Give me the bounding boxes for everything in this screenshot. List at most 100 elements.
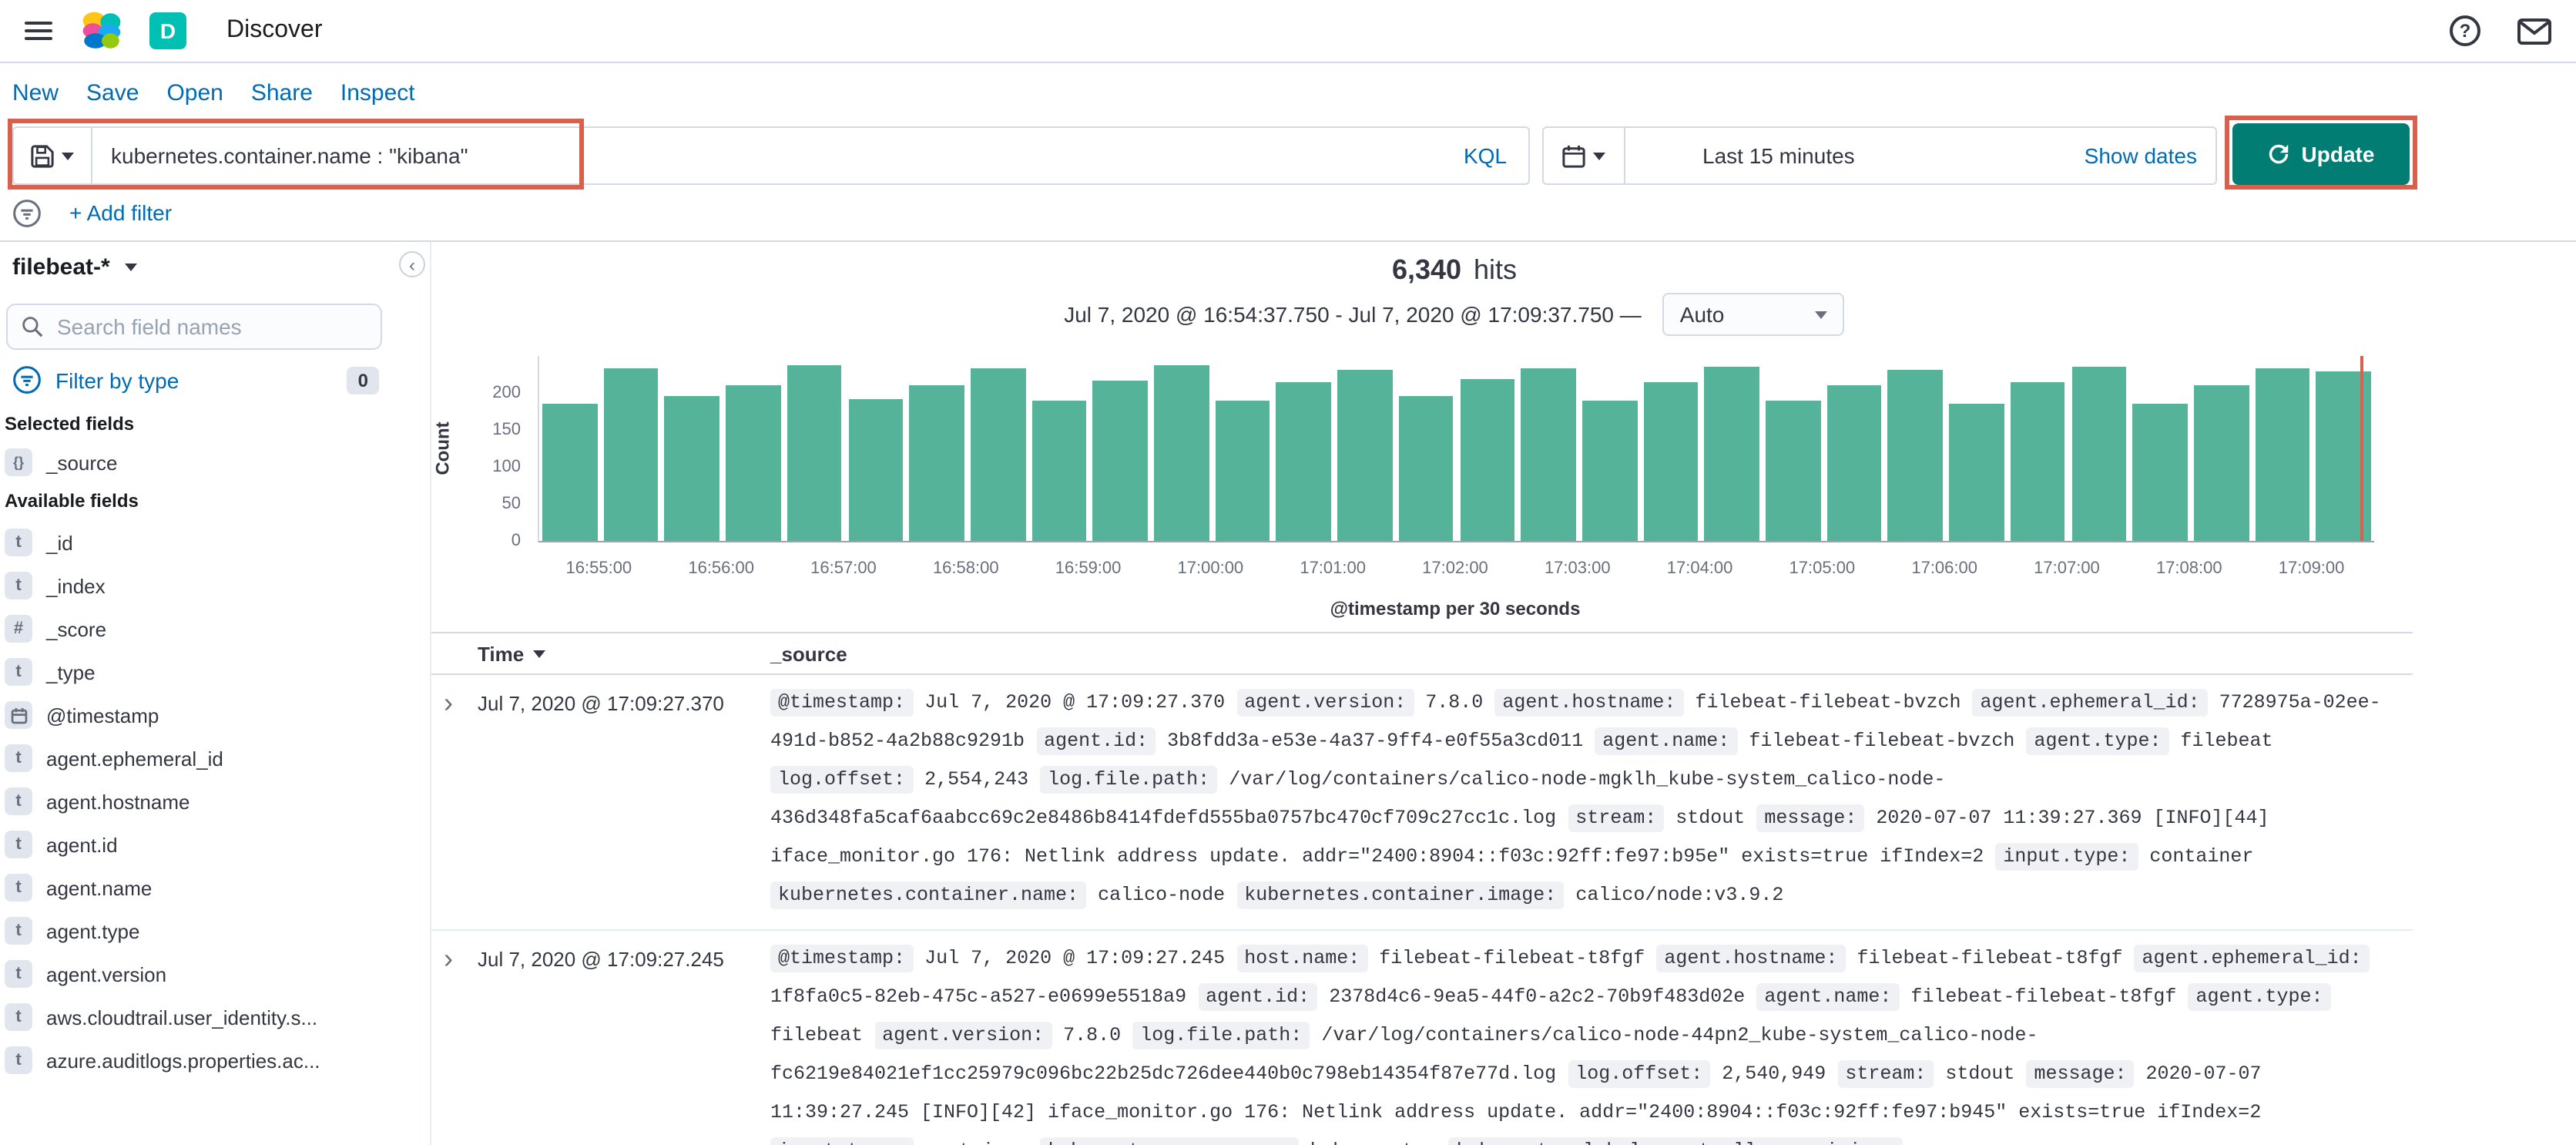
- help-icon[interactable]: ?: [2450, 15, 2480, 46]
- save-icon: [31, 144, 54, 167]
- time-column-header[interactable]: Time: [478, 642, 770, 665]
- field-item[interactable]: t _index: [5, 564, 405, 607]
- saved-query-menu-button[interactable]: [14, 128, 92, 183]
- histogram-bar[interactable]: [726, 384, 781, 541]
- field-value: filebeat-filebeat-bvzch: [1749, 730, 2015, 752]
- histogram-bar[interactable]: [1704, 366, 1759, 541]
- histogram-bar[interactable]: [787, 364, 842, 541]
- histogram-bar[interactable]: [1766, 400, 1821, 541]
- field-item[interactable]: t agent.ephemeral_id: [5, 737, 405, 780]
- newsfeed-mail-icon[interactable]: [2517, 18, 2551, 44]
- query-input[interactable]: [92, 143, 1442, 168]
- chevron-down-icon: [1593, 152, 1605, 159]
- show-dates-button[interactable]: Show dates: [2085, 143, 2215, 168]
- field-value: 2,540,949: [1722, 1063, 1826, 1085]
- field-key-badge: log.offset:: [770, 766, 914, 794]
- histogram-bar[interactable]: [1154, 364, 1209, 541]
- y-tick-label: 100: [492, 458, 521, 476]
- field-item[interactable]: t agent.id: [5, 823, 405, 866]
- nav-item-inspect[interactable]: Inspect: [340, 79, 415, 106]
- field-value: 7.8.0: [1425, 692, 1484, 714]
- field-key-badge: kubernetes.container.image:: [1236, 881, 1565, 909]
- histogram-bar[interactable]: [2071, 366, 2127, 541]
- x-tick-label: 16:55:00: [565, 559, 632, 578]
- time-range-value[interactable]: Last 15 minutes: [1702, 143, 2085, 168]
- histogram-bar[interactable]: [848, 399, 904, 541]
- calendar-menu-button[interactable]: [1544, 128, 1625, 183]
- histogram-bar[interactable]: [1337, 369, 1393, 541]
- x-tick-label: 17:05:00: [1789, 559, 1856, 578]
- field-name: _index: [46, 574, 106, 597]
- expand-row-icon[interactable]: ›: [431, 940, 478, 1145]
- filter-options-icon[interactable]: [12, 198, 42, 227]
- histogram-bar[interactable]: [603, 368, 659, 541]
- string-field-icon: t: [5, 787, 32, 815]
- x-tick-label: 17:03:00: [1544, 559, 1611, 578]
- interval-select[interactable]: Auto: [1662, 293, 1845, 336]
- nav-item-new[interactable]: New: [12, 79, 59, 106]
- time-header-label: Time: [478, 642, 525, 665]
- histogram-bar[interactable]: [1276, 382, 1332, 541]
- table-row: › Jul 7, 2020 @ 17:09:27.245 @timestamp: J…: [431, 931, 2413, 1145]
- field-search-input[interactable]: [54, 313, 367, 341]
- field-value: filebeat: [2180, 730, 2273, 752]
- page-title: Discover: [226, 17, 323, 43]
- field-item[interactable]: t agent.type: [5, 909, 405, 952]
- field-item[interactable]: t _id: [5, 521, 405, 564]
- histogram-bar[interactable]: [1092, 381, 1148, 541]
- add-filter-button[interactable]: + Add filter: [69, 200, 172, 225]
- histogram-bar[interactable]: [1215, 400, 1270, 541]
- field-key-badge: kubernetes.container.name:: [770, 881, 1087, 909]
- field-item[interactable]: t aws.cloudtrail.user_identity.s...: [5, 996, 405, 1039]
- expand-row-icon[interactable]: ›: [431, 684, 478, 915]
- filter-by-type-label: Filter by type: [55, 368, 179, 392]
- kql-button[interactable]: KQL: [1442, 143, 1528, 168]
- menu-icon[interactable]: [25, 22, 52, 40]
- nav-item-open[interactable]: Open: [166, 79, 223, 106]
- histogram-bar[interactable]: [1581, 400, 1638, 541]
- histogram-bar[interactable]: [1398, 395, 1454, 541]
- histogram-bar[interactable]: [2193, 384, 2249, 541]
- hits-label: hits: [1474, 254, 1518, 285]
- histogram-bar[interactable]: [909, 385, 964, 541]
- update-button[interactable]: Update: [2232, 123, 2410, 185]
- field-item[interactable]: t agent.version: [5, 952, 405, 996]
- field-value: filebeat: [770, 1025, 864, 1046]
- histogram-bar[interactable]: [2255, 368, 2310, 541]
- nav-item-save[interactable]: Save: [86, 79, 139, 106]
- calendar-icon: [1562, 144, 1585, 167]
- histogram-bar[interactable]: [542, 403, 598, 541]
- filter-by-type-button[interactable]: Filter by type 0: [12, 365, 379, 395]
- refresh-icon: [2268, 143, 2289, 165]
- histogram-bar[interactable]: [2010, 382, 2065, 541]
- topbar-actions: ?: [2450, 15, 2551, 46]
- histogram-bar[interactable]: [1521, 368, 1576, 541]
- field-item[interactable]: {} _source: [5, 441, 405, 484]
- histogram-bar[interactable]: [970, 368, 1026, 541]
- histogram-bar[interactable]: [1031, 400, 1087, 541]
- field-item[interactable]: # _score: [5, 607, 405, 650]
- collapse-sidebar-button[interactable]: ‹: [399, 251, 425, 277]
- field-item[interactable]: t _type: [5, 650, 405, 693]
- histogram-bar[interactable]: [1949, 403, 2004, 541]
- histogram-bar[interactable]: [1460, 378, 1515, 541]
- histogram-bar[interactable]: [1826, 384, 1882, 541]
- string-field-icon: t: [5, 529, 32, 556]
- histogram-bar[interactable]: [1887, 369, 1944, 541]
- field-item[interactable]: @timestamp: [5, 693, 405, 737]
- index-pattern-selector[interactable]: filebeat-*: [12, 254, 138, 280]
- field-key-badge: agent.name:: [1595, 727, 1738, 755]
- date-picker-group: Last 15 minutes Show dates: [1542, 126, 2217, 185]
- histogram-bar[interactable]: [664, 395, 720, 541]
- top-header: D Discover ?: [0, 0, 2576, 63]
- nav-item-share[interactable]: Share: [251, 79, 313, 106]
- histogram-bar[interactable]: [1643, 382, 1699, 541]
- selected-fields-label: Selected fields: [5, 413, 135, 435]
- x-tick-label: 16:58:00: [932, 559, 999, 578]
- field-item[interactable]: t agent.hostname: [5, 780, 405, 823]
- histogram-bar[interactable]: [2132, 403, 2188, 541]
- field-item[interactable]: t agent.name: [5, 866, 405, 909]
- discover-app-icon[interactable]: D: [149, 12, 186, 49]
- nav-menu: New Save Open Share Inspect: [12, 68, 415, 117]
- field-item[interactable]: t azure.auditlogs.properties.ac...: [5, 1039, 405, 1082]
